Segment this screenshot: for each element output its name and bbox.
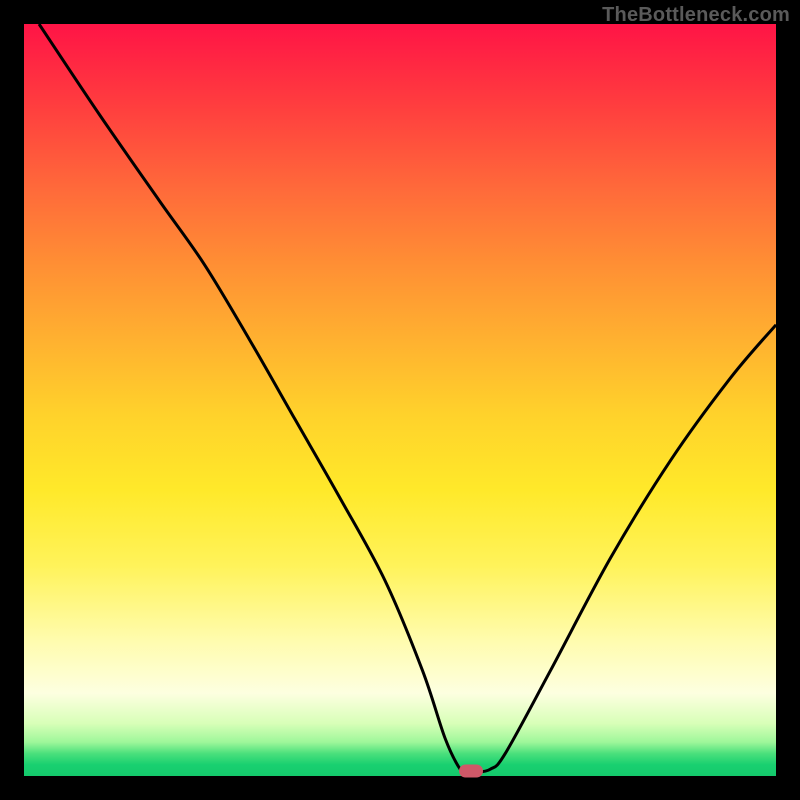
watermark-text: TheBottleneck.com [602, 4, 790, 27]
optimum-marker [459, 765, 483, 778]
bottleneck-curve [24, 24, 776, 776]
curve-path [39, 24, 776, 773]
chart-frame: TheBottleneck.com [0, 0, 800, 800]
plot-area [24, 24, 776, 776]
